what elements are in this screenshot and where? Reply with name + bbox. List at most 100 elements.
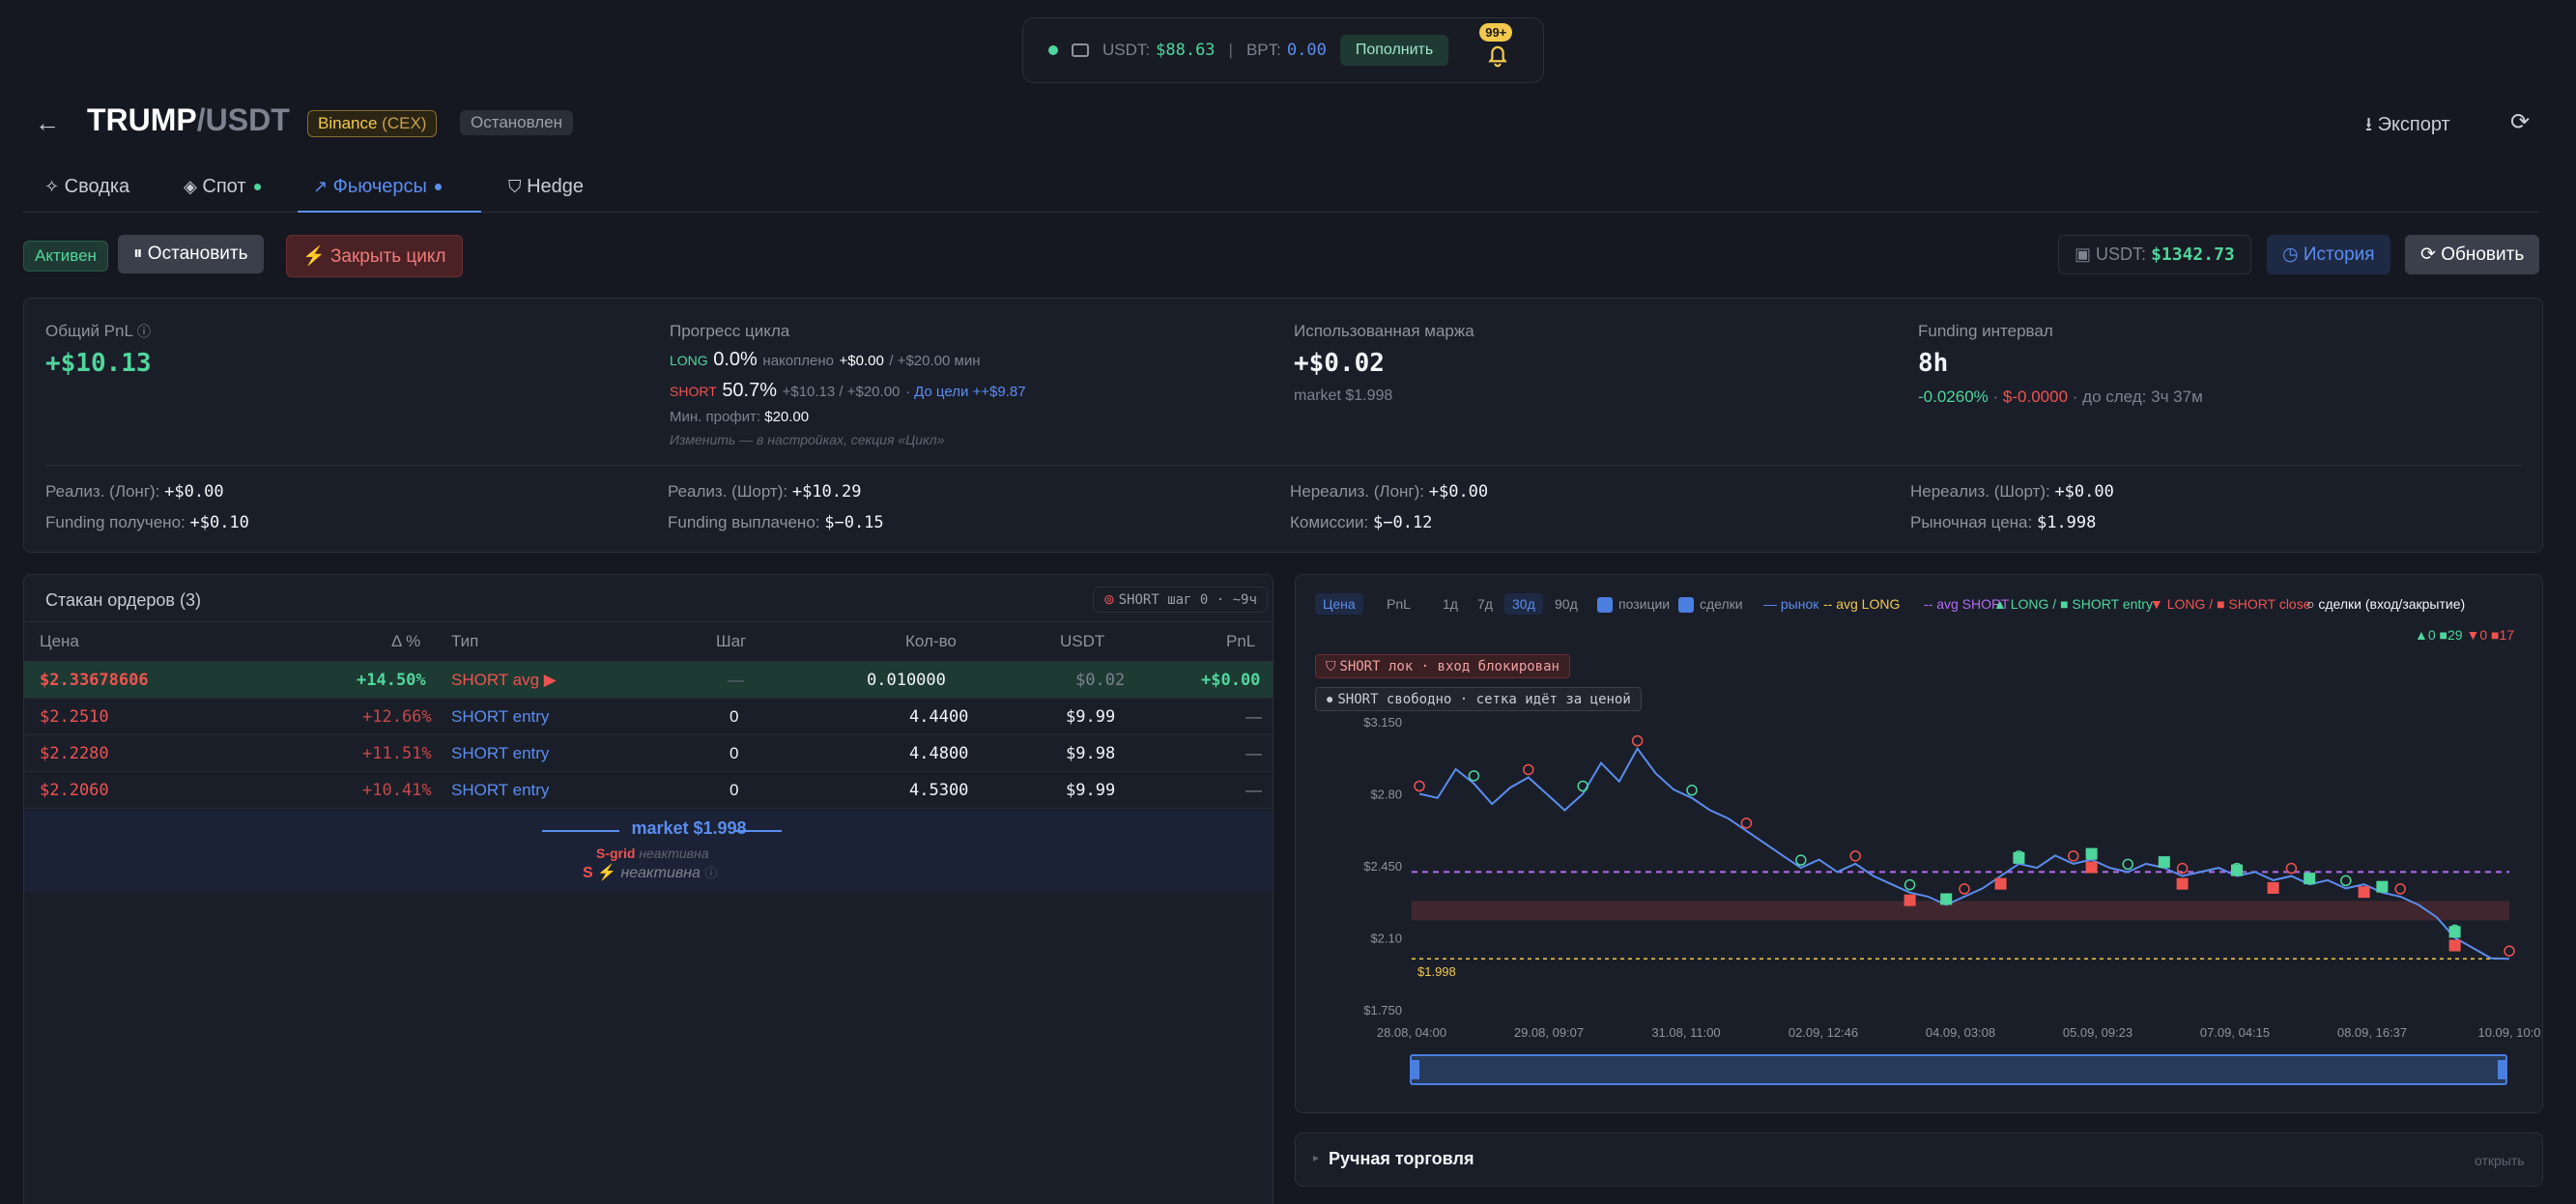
unrealized-short: Нереализ. (Шорт): +$0.00 — [1910, 482, 2114, 502]
row-step: 0 — [730, 707, 739, 726]
short-entry-marker — [2448, 926, 2461, 938]
status-dot — [434, 184, 442, 191]
table-row[interactable]: $2.2280 +11.51% SHORT entry 0 4.4800 $9.… — [24, 735, 1273, 772]
min-profit: Мин. профит: $20.00 — [670, 409, 809, 425]
orderbook-panel: Стакан ордеров (3) ⊚ SHORT шаг 0 · ~9ч Ц… — [23, 574, 1274, 1204]
tab-label: Спот — [202, 176, 246, 197]
mode-price[interactable]: Цена — [1315, 593, 1363, 615]
unrealized-long: Нереализ. (Лонг): +$0.00 — [1290, 482, 1489, 502]
count-long-close: ▼0 — [2466, 627, 2488, 643]
range-7d[interactable]: 7д — [1477, 596, 1493, 612]
close-cycle-button[interactable]: ⚡ Закрыть цикл — [286, 235, 463, 277]
row-usdt: $9.98 — [1066, 744, 1116, 763]
y-tick-label: $2.80 — [1370, 788, 1402, 802]
funding-next: · до след: 3ч 37м — [2072, 387, 2203, 406]
export-button[interactable]: ⭳ Экспорт — [2365, 110, 2450, 143]
divider — [45, 465, 2521, 466]
stop-button[interactable]: ⏸ Остановить — [118, 235, 264, 273]
short-close-marker — [1903, 894, 1916, 906]
pause-icon: ⏸ — [133, 244, 143, 264]
refresh-icon[interactable]: ⟳ — [2510, 108, 2530, 136]
row-usdt: $9.99 — [1066, 707, 1116, 727]
chart-panel: Цена PnL 1д 7д 30д 90д позиции сделки — … — [1295, 574, 2543, 1113]
col-type: Тип — [451, 632, 479, 650]
usdt-balance: $88.63 — [1156, 41, 1216, 60]
table-row[interactable]: $2.2510 +12.66% SHORT entry 0 4.4400 $9.… — [24, 699, 1273, 735]
deposit-button[interactable]: Пополнить — [1339, 35, 1449, 66]
toggle-trades[interactable]: сделки — [1678, 596, 1743, 614]
open-link[interactable]: открыть — [2475, 1153, 2525, 1168]
row-step: — — [728, 671, 744, 689]
tab-bar: ✧ Сводка ◈ Спот ↗ Фьючерсы ⛉ Hedge — [23, 170, 2539, 213]
trade-marker — [1414, 780, 1425, 792]
update-label: Обновить — [2441, 244, 2525, 265]
row-pnl: — — [1245, 744, 1262, 762]
update-button[interactable]: ⟳ Обновить — [2405, 235, 2540, 274]
range-30d[interactable]: 30д — [1504, 593, 1543, 615]
short-entry-marker — [2304, 873, 2316, 885]
slider-handle-right[interactable] — [2498, 1060, 2507, 1079]
balance-bar: USDT: $88.63 | BPT: 0.00 Пополнить 99+ — [1022, 17, 1544, 83]
s-label: S — [583, 865, 593, 881]
lock-banner: ⛉ SHORT лок · вход блокирован — [1315, 654, 1570, 678]
tab-summary[interactable]: ✧ Сводка — [44, 176, 129, 213]
sgrid-label: S-grid — [596, 846, 636, 861]
usdt-label: USDT: — [2096, 244, 2147, 264]
shield-icon: ⛉ — [1326, 658, 1336, 674]
trade-marker — [1523, 763, 1534, 776]
row-type: SHORT entry — [451, 744, 550, 762]
range-1d[interactable]: 1д — [1443, 596, 1458, 612]
short-entry-marker — [2376, 880, 2389, 893]
row-step: 0 — [730, 744, 739, 762]
mode-pnl[interactable]: PnL — [1387, 596, 1411, 612]
min-profit-label: Мин. профит: — [670, 409, 761, 425]
range-slider[interactable] — [1410, 1054, 2507, 1085]
tab-spot[interactable]: ◈ Спот — [184, 176, 261, 213]
orderbook-header: Цена Δ % Тип Шаг Кол-во USDT PnL — [24, 621, 1273, 662]
tab-futures[interactable]: ↗ Фьючерсы — [298, 176, 481, 213]
row-type: SHORT entry — [451, 707, 550, 726]
progress-label: Прогресс цикла — [670, 322, 790, 340]
funding-rate: -0.0260% — [1918, 387, 1989, 406]
slider-handle-left[interactable] — [1410, 1060, 1419, 1079]
trade-marker — [2394, 883, 2406, 895]
long-acc: +$0.00 — [839, 353, 884, 369]
tab-hedge[interactable]: ⛉ Hedge — [508, 176, 584, 213]
y-tick-label: $2.10 — [1370, 932, 1402, 946]
x-tick-label: 28.08, 04:00 — [1377, 1025, 1446, 1039]
notification-badge: 99+ — [1479, 23, 1513, 42]
status-dot — [253, 184, 261, 191]
trade-marker — [1959, 883, 1970, 895]
separator: · — [1992, 387, 1999, 406]
row-qty: 4.4400 — [909, 707, 969, 727]
row-delta: +10.41% — [362, 781, 432, 800]
toggle-positions[interactable]: позиции — [1597, 596, 1670, 614]
trade-marker — [1686, 785, 1698, 796]
row-pnl: +$0.00 — [1201, 671, 1261, 690]
row-type: SHORT avg ▶ — [451, 671, 557, 689]
range-90d[interactable]: 90д — [1555, 596, 1578, 612]
table-row[interactable]: $2.2060 +10.41% SHORT entry 0 4.5300 $9.… — [24, 772, 1273, 809]
manual-trading-panel[interactable]: ▸ Ручная торговля открыть — [1295, 1132, 2543, 1187]
fees: Комиссии: $−0.12 — [1290, 513, 1433, 532]
price-chart[interactable]: $3.150 $2.80 $2.450 $2.10 $1.750 28.08, 04:00… — [1296, 710, 2542, 1039]
short-close-marker — [2085, 861, 2098, 874]
bpt-label: BPT: — [1245, 41, 1281, 59]
market-price: Рыночная цена: $1.998 — [1910, 513, 2097, 532]
funding-details: -0.0260% · $-0.0000 · до след: 3ч 37м — [1918, 387, 2203, 407]
status-dot — [1048, 45, 1058, 55]
trade-marker — [1577, 780, 1589, 792]
stop-label: Остановить — [147, 244, 248, 264]
checkbox-checked-icon — [1678, 597, 1694, 614]
notifications-button[interactable]: 99+ — [1479, 23, 1514, 68]
back-arrow-icon[interactable]: ← — [35, 108, 60, 138]
wallet-icon — [1072, 43, 1089, 57]
trade-marker — [1795, 854, 1807, 866]
trade-marker — [1903, 878, 1916, 891]
margin-label: Использованная маржа — [1294, 322, 1474, 340]
table-row[interactable]: $2.33678606 +14.50% SHORT avg ▶ — 0.0100… — [24, 662, 1273, 699]
market-line-right — [733, 830, 782, 832]
short-entry-marker — [1940, 893, 1953, 905]
total-pnl: +$10.13 — [45, 349, 152, 378]
history-button[interactable]: ◷ История — [2267, 235, 2390, 274]
